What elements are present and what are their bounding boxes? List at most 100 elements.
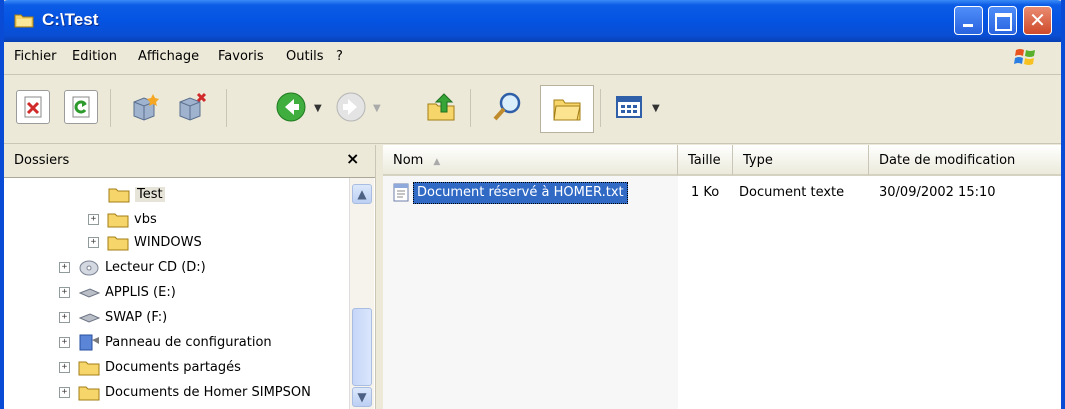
network-drive-icon [78, 313, 100, 323]
tree-item-windows[interactable]: + WINDOWS [88, 234, 202, 256]
folder-icon [78, 361, 100, 376]
refresh-button[interactable] [64, 90, 98, 124]
minimize-button[interactable] [954, 6, 983, 35]
delete-icon [24, 96, 42, 118]
close-pane-icon[interactable]: × [346, 149, 359, 168]
cd-drive-icon [79, 260, 99, 276]
tree-item-label: WINDOWS [134, 235, 202, 250]
expand-icon[interactable]: + [59, 387, 70, 398]
column-label: Nom [393, 153, 424, 168]
scroll-up-icon[interactable]: ▲ [352, 184, 372, 204]
sorted-column-shading [383, 176, 678, 409]
folders-icon [553, 99, 581, 121]
menu-affichage[interactable]: Affichage [138, 49, 199, 64]
tree-item-label: Test [135, 187, 165, 202]
expand-icon[interactable]: + [88, 237, 99, 248]
folders-pane-title: Dossiers [14, 153, 70, 168]
tree-item-control-panel[interactable]: + Panneau de configuration [59, 334, 272, 356]
sort-ascending-icon: ▲ [433, 157, 441, 167]
tree-item-label: Documents de Homer SIMPSON [105, 385, 311, 400]
folder-icon [108, 188, 130, 203]
tree-item-label: Documents partagés [105, 360, 241, 375]
forward-dropdown-icon[interactable]: ▼ [373, 103, 381, 114]
up-folder-icon [427, 93, 455, 121]
column-label: Type [743, 153, 773, 168]
file-type: Document texte [739, 185, 845, 200]
new-cube-icon [133, 94, 159, 121]
tree-item-applis[interactable]: + APPLIS (E:) [59, 284, 176, 306]
folders-button[interactable] [540, 85, 594, 133]
toolbar-separator [226, 89, 227, 127]
title-bar[interactable]: C:\Test ✕ [4, 0, 1061, 42]
network-drive-icon [78, 288, 100, 298]
column-header-modified[interactable]: Date de modification [869, 145, 1061, 176]
delete-button[interactable] [16, 90, 50, 124]
menu-fichier[interactable]: Fichier [14, 49, 57, 64]
column-header-name[interactable]: Nom ▲ [383, 145, 678, 176]
toolbar: ▼ ▼ ▼ [4, 75, 1061, 144]
views-dropdown-icon[interactable]: ▼ [652, 103, 660, 114]
tree-item-swap[interactable]: + SWAP (F:) [59, 309, 167, 331]
tree-item-shared-docs[interactable]: + Documents partagés [59, 359, 241, 381]
tree-item-label: vbs [134, 212, 157, 227]
file-row[interactable]: Document réservé à HOMER.txt 1 Ko Docume… [383, 182, 1061, 204]
search-button[interactable] [490, 90, 524, 124]
search-icon [493, 92, 521, 121]
expand-icon[interactable]: + [59, 287, 70, 298]
menu-outils[interactable]: Outils [286, 49, 324, 64]
back-button[interactable] [274, 90, 308, 124]
expand-icon[interactable]: + [59, 262, 70, 273]
folder-icon [78, 386, 100, 401]
toolbar-separator [600, 89, 601, 127]
views-button[interactable] [612, 90, 646, 124]
close-button[interactable]: ✕ [1023, 6, 1052, 35]
expand-icon[interactable]: + [88, 214, 99, 225]
explorer-window: C:\Test ✕ Fichier Edition Affichage Favo… [0, 0, 1065, 409]
new-item-button[interactable] [128, 90, 162, 124]
column-label: Date de modification [879, 153, 1016, 168]
tree-item-vbs[interactable]: + vbs [88, 211, 157, 233]
menu-favoris[interactable]: Favoris [218, 49, 264, 64]
tree-item-homer-docs[interactable]: + Documents de Homer SIMPSON [59, 384, 311, 406]
tree-scrollbar[interactable]: ▲ ▼ [349, 178, 374, 409]
up-folder-button[interactable] [424, 90, 458, 124]
menu-bar: Fichier Edition Affichage Favoris Outils… [4, 42, 1061, 75]
window-title: C:\Test [42, 10, 99, 29]
folder-icon [107, 236, 129, 251]
close-icon: ✕ [1029, 8, 1046, 32]
menu-help[interactable]: ? [336, 49, 343, 64]
toolbar-separator [470, 89, 471, 127]
file-list: Nom ▲ Taille Type Date de modification Do… [383, 145, 1061, 409]
tree-item-label: Panneau de configuration [105, 335, 272, 350]
tree-item-label: SWAP (F:) [105, 310, 168, 325]
views-icon [616, 96, 642, 118]
expand-icon[interactable]: + [59, 362, 70, 373]
folder-app-icon [14, 14, 34, 28]
expand-icon[interactable]: + [59, 337, 70, 348]
folder-icon [107, 213, 129, 228]
control-panel-icon [79, 334, 99, 351]
forward-button[interactable] [334, 90, 368, 124]
menu-edition[interactable]: Edition [72, 49, 117, 64]
scroll-down-icon[interactable]: ▼ [352, 387, 372, 407]
maximize-button[interactable] [988, 6, 1017, 35]
column-header-type[interactable]: Type [733, 145, 869, 176]
column-header-size[interactable]: Taille [678, 145, 733, 176]
tree-item-label: APPLIS (E:) [105, 285, 176, 300]
folders-pane-header: Dossiers × [4, 145, 375, 178]
tree-item-cd-drive[interactable]: + Lecteur CD (D:) [59, 259, 206, 281]
refresh-icon [72, 96, 90, 118]
text-file-icon [393, 183, 409, 202]
tree-item-test[interactable]: Test [108, 186, 165, 208]
file-name[interactable]: Document réservé à HOMER.txt [413, 182, 628, 204]
windows-logo-icon [1014, 49, 1035, 65]
column-label: Taille [688, 153, 721, 168]
forward-arrow-icon [336, 92, 366, 122]
file-modified: 30/09/2002 15:10 [879, 185, 996, 200]
delete-item-button[interactable] [174, 90, 208, 124]
expand-icon[interactable]: + [59, 312, 70, 323]
scroll-thumb[interactable] [352, 308, 372, 386]
back-dropdown-icon[interactable]: ▼ [314, 103, 322, 114]
toolbar-separator [110, 89, 111, 127]
back-arrow-icon [276, 92, 306, 122]
